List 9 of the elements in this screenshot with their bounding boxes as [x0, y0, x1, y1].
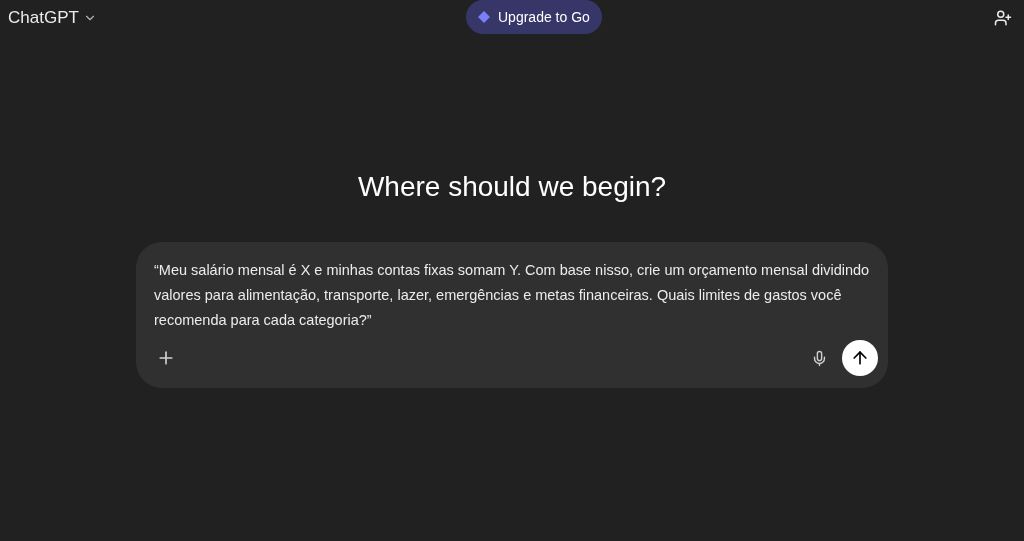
diamond-icon: [478, 11, 490, 23]
upgrade-button[interactable]: Upgrade to Go: [466, 0, 602, 34]
microphone-icon[interactable]: [811, 349, 828, 367]
prompt-text[interactable]: “Meu salário mensal é X e minhas contas fixas somam Y. Com base nisso, crie um orçamento mensal dividindo valores para alimentação, transporte, lazer, emergências e metas financeiras. Quais limites de gastos você recomenda para cada categoria?”: [154, 258, 870, 340]
page-heading: Where should we begin?: [357, 170, 667, 204]
prompt-composer[interactable]: [136, 242, 888, 388]
model-selector[interactable]: ChatGPT: [8, 5, 97, 31]
add-user-icon[interactable]: [994, 9, 1012, 27]
send-button[interactable]: [842, 340, 878, 376]
